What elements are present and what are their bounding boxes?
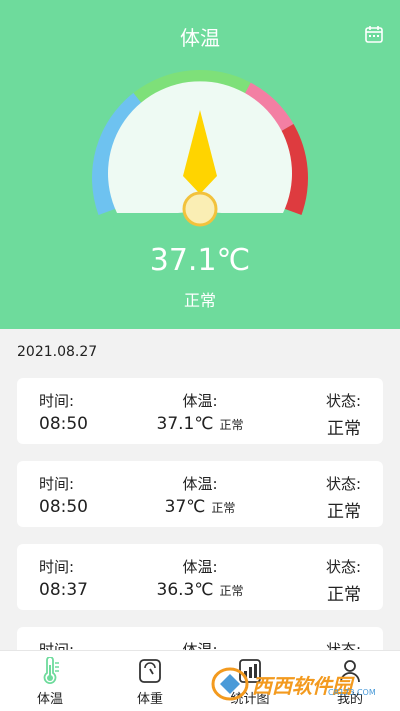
record-card[interactable]: 时间: 体温: 状态:	[17, 627, 383, 650]
temp-note: 正常	[219, 584, 244, 598]
temp-value: 36.3℃	[156, 580, 214, 600]
tab-mine[interactable]: 我的	[300, 651, 400, 711]
tab-label: 统计图	[230, 692, 270, 707]
header-panel: 体温 37.1℃ 正常	[0, 0, 400, 329]
scale-icon	[139, 659, 161, 683]
tab-temperature[interactable]: 体温	[0, 651, 100, 711]
temp-note: 正常	[211, 501, 236, 515]
status-value: 正常	[327, 419, 361, 439]
record-card[interactable]: 时间: 08:37 体温: 36.3℃ 正常 状态: 正常	[17, 544, 383, 610]
status-label: 状态:	[325, 641, 361, 650]
record-card[interactable]: 时间: 08:50 体温: 37.1℃ 正常 状态: 正常	[17, 378, 383, 444]
status-label: 状态:	[325, 475, 361, 493]
record-date: 2021.08.27	[17, 344, 98, 360]
calendar-icon[interactable]	[364, 24, 384, 44]
gauge-pivot	[182, 191, 218, 227]
chart-icon	[239, 659, 261, 683]
tab-statistics[interactable]: 统计图	[200, 651, 300, 711]
tab-label: 体重	[136, 692, 163, 707]
page-title: 体温	[180, 26, 220, 50]
tab-label: 体温	[36, 692, 63, 707]
temperature-gauge	[84, 70, 316, 238]
temp-value: 37.1℃	[156, 414, 214, 434]
status-value: 正常	[327, 585, 361, 605]
status-label: 状态:	[325, 558, 361, 576]
temp-value: 37℃	[164, 497, 206, 517]
user-icon	[340, 660, 360, 683]
current-temperature: 37.1℃	[149, 243, 251, 278]
current-status: 正常	[183, 291, 216, 310]
tab-label: 我的	[336, 692, 363, 707]
record-list[interactable]: 时间: 08:50 体温: 37.1℃ 正常 状态: 正常 时间: 08:50 体…	[17, 378, 383, 650]
thermometer-icon	[43, 657, 59, 684]
status-label: 状态:	[325, 392, 361, 410]
temp-note: 正常	[219, 418, 244, 432]
bottom-tab-bar: 体温 体重 统计图 我的	[0, 650, 400, 711]
record-card[interactable]: 时间: 08:50 体温: 37℃ 正常 状态: 正常	[17, 461, 383, 527]
tab-weight[interactable]: 体重	[100, 651, 200, 711]
status-value: 正常	[327, 502, 361, 522]
